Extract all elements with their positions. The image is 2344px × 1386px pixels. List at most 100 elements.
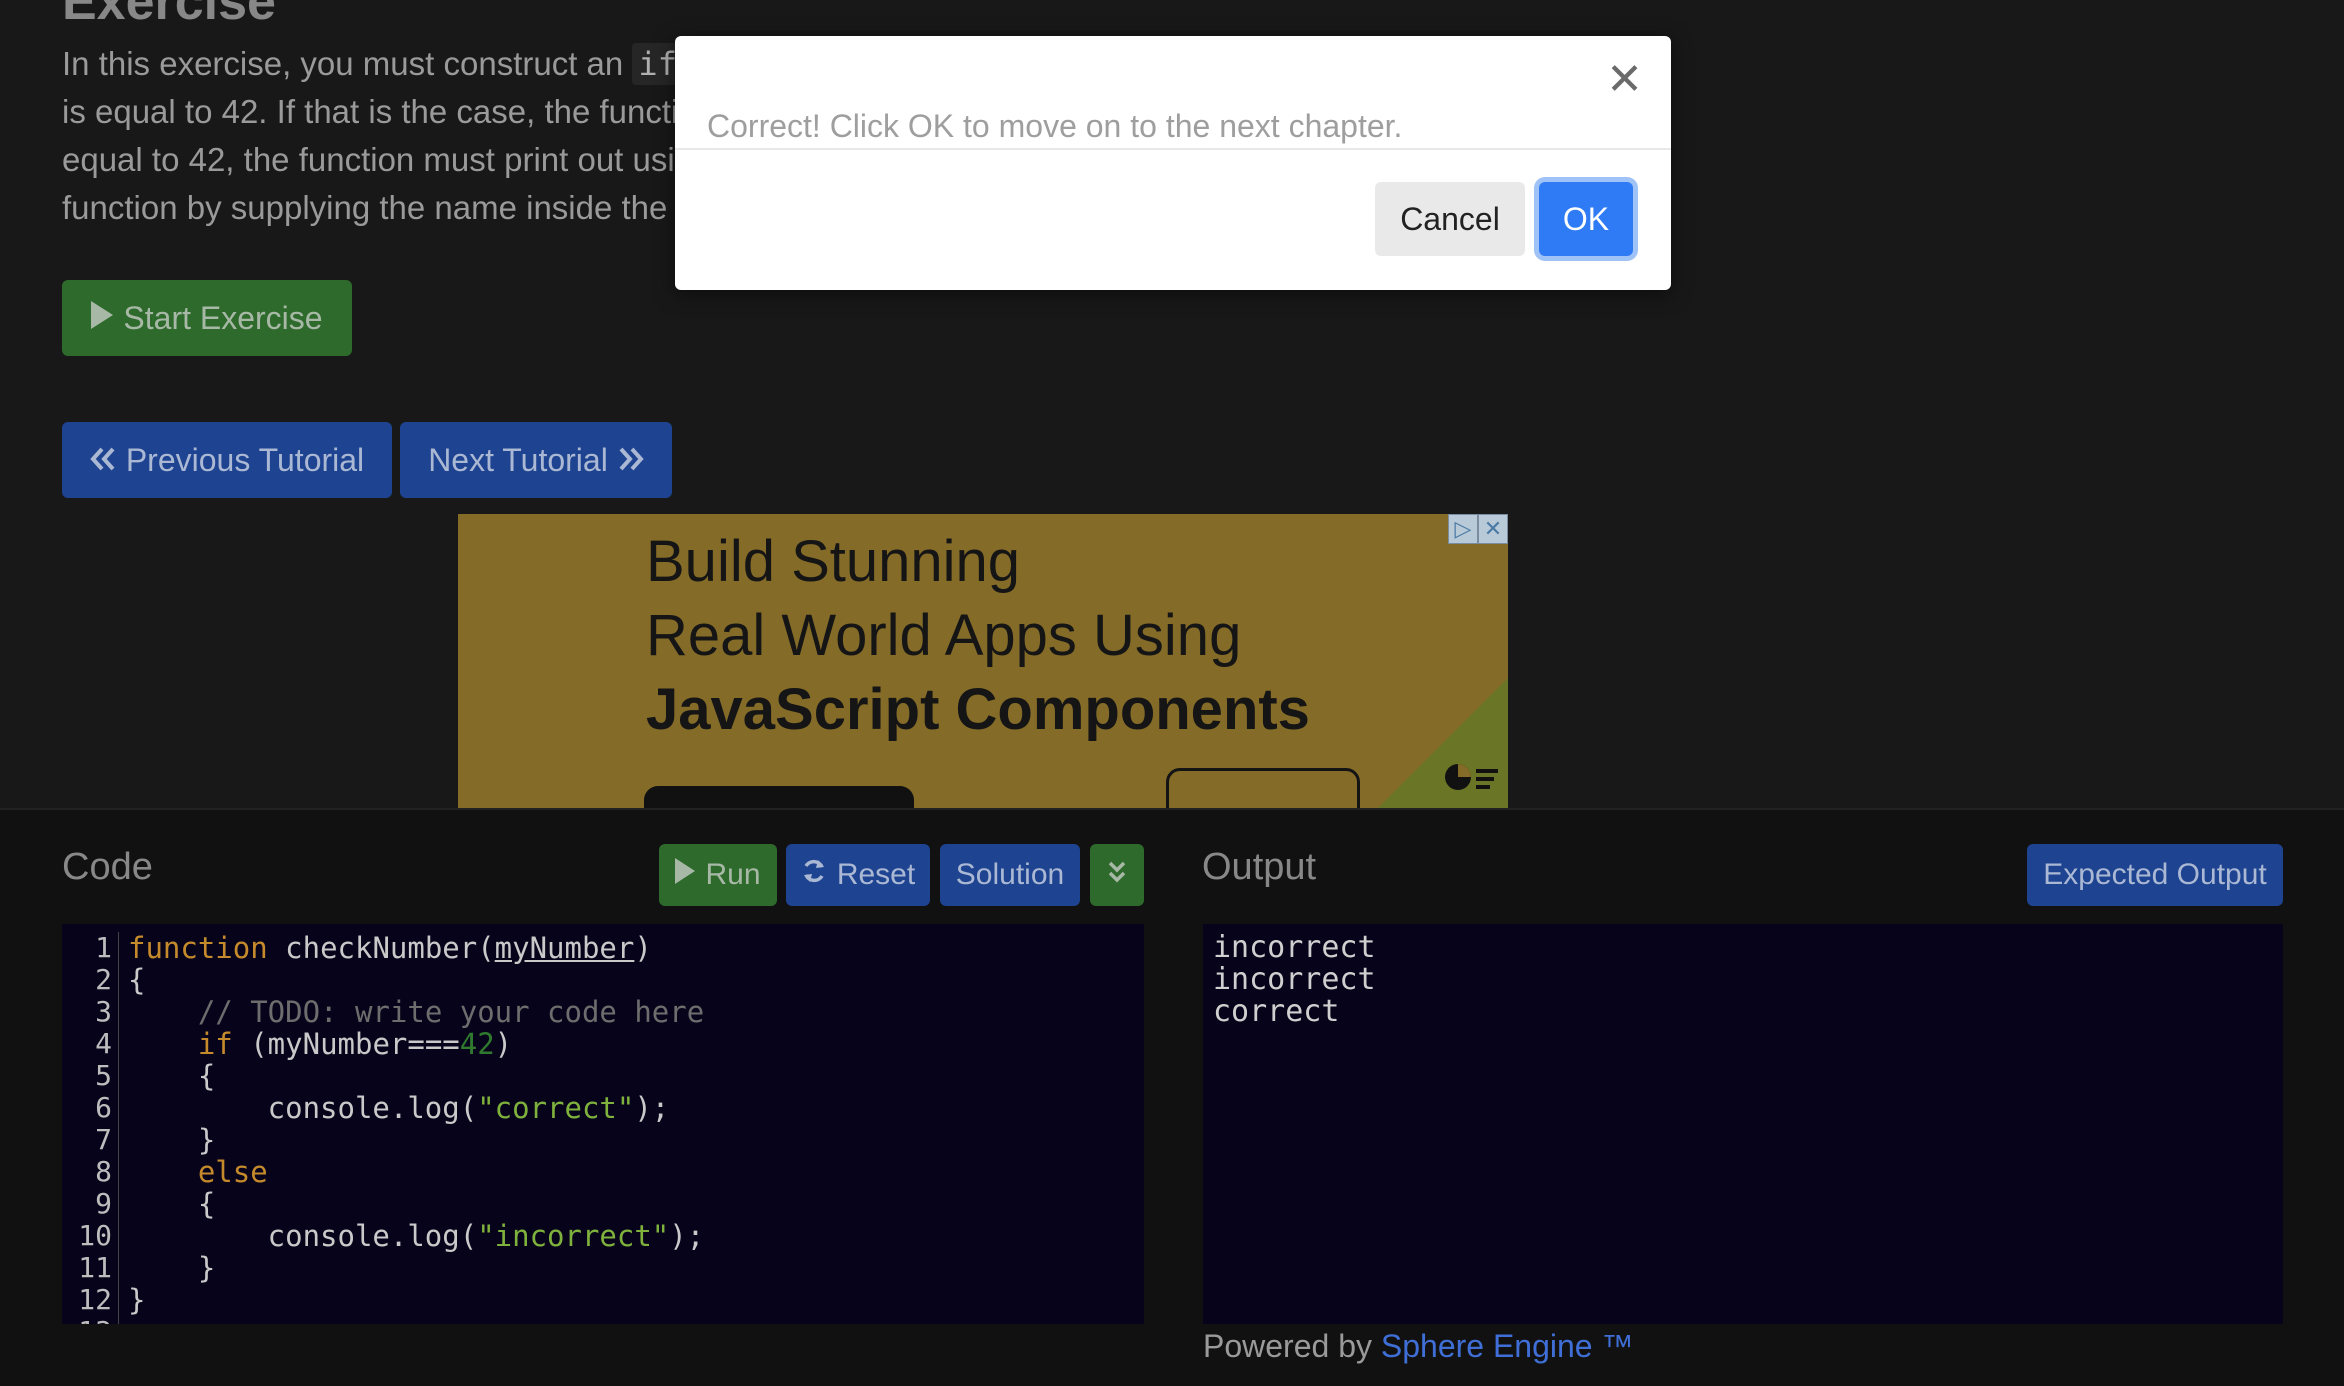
code-token: ) bbox=[494, 1027, 513, 1061]
run-label: Run bbox=[705, 858, 761, 891]
output-content: incorrect incorrect correct bbox=[1213, 932, 1376, 1028]
double-chevron-down-icon bbox=[1107, 858, 1127, 892]
code-token: // TODO: write your code here bbox=[197, 995, 705, 1029]
output-line: incorrect bbox=[1213, 930, 1376, 965]
run-button[interactable]: Run bbox=[659, 844, 777, 906]
code-token: console.log( bbox=[128, 1219, 478, 1253]
expected-output-label: Expected Output bbox=[2043, 858, 2267, 891]
dialog-message: Correct! Click OK to move on to the next… bbox=[707, 108, 1403, 144]
double-chevron-right-icon bbox=[618, 442, 644, 479]
reset-label: Reset bbox=[836, 858, 916, 891]
code-panel-title: Code bbox=[62, 846, 153, 888]
code-token: { bbox=[128, 963, 146, 997]
code-token: if bbox=[197, 1027, 233, 1061]
code-token: "correct" bbox=[477, 1091, 635, 1125]
line-number: 12 bbox=[78, 1283, 112, 1316]
line-number: 13 bbox=[62, 1316, 118, 1325]
play-icon bbox=[675, 858, 696, 892]
start-exercise-label: Start Exercise bbox=[123, 299, 323, 336]
dialog-divider bbox=[675, 148, 1671, 150]
code-token: console.log( bbox=[128, 1091, 478, 1125]
solution-button[interactable]: Solution bbox=[940, 844, 1080, 906]
double-chevron-left-icon bbox=[90, 442, 116, 479]
ad-headline-line-3: JavaScript Components bbox=[646, 677, 1310, 742]
line-number: 5 bbox=[95, 1059, 112, 1092]
line-number: 9 bbox=[95, 1187, 112, 1220]
output-line: incorrect bbox=[1213, 962, 1376, 997]
code-line: { bbox=[128, 1060, 704, 1092]
previous-tutorial-label: Previous Tutorial bbox=[125, 441, 365, 478]
confirm-dialog: Correct! Click OK to move on to the next… bbox=[675, 36, 1671, 290]
output-console: incorrect incorrect correct bbox=[1203, 924, 2283, 1324]
output-panel-title: Output bbox=[1202, 846, 1317, 888]
line-number: 4 bbox=[95, 1027, 112, 1060]
powered-by-prefix: Powered by bbox=[1203, 1328, 1381, 1364]
cancel-button[interactable]: Cancel bbox=[1375, 182, 1525, 256]
exercise-heading: Exercise bbox=[62, 0, 276, 31]
code-token: myNumber bbox=[494, 931, 635, 965]
ad-choices-icon[interactable]: ▷ bbox=[1448, 514, 1478, 544]
line-number: 3 bbox=[95, 995, 112, 1028]
sphere-engine-link[interactable]: Sphere Engine ™ bbox=[1381, 1328, 1634, 1364]
code-line: { bbox=[128, 964, 704, 996]
ad-cta-button[interactable] bbox=[644, 786, 914, 808]
code-token: } bbox=[128, 1283, 146, 1317]
code-line: console.log("incorrect"); bbox=[128, 1219, 705, 1253]
code-token: "incorrect" bbox=[477, 1219, 670, 1253]
solution-label: Solution bbox=[955, 858, 1065, 891]
ad-secondary-button[interactable] bbox=[1166, 768, 1360, 808]
code-token: ); bbox=[669, 1219, 705, 1253]
ad-headline-line-2: Real World Apps Using bbox=[646, 603, 1242, 668]
next-tutorial-button[interactable]: Next Tutorial bbox=[400, 422, 672, 498]
code-token: 42 bbox=[459, 1027, 495, 1061]
expected-output-button[interactable]: Expected Output bbox=[2027, 844, 2283, 906]
powered-by: Powered by Sphere Engine ™ bbox=[1203, 1328, 1633, 1365]
code-content[interactable]: function checkNumber(myNumber) { // TODO:… bbox=[128, 932, 704, 1316]
output-line: correct bbox=[1213, 994, 1340, 1029]
code-line: if (myNumber===42) bbox=[128, 1028, 704, 1060]
code-line: { bbox=[128, 1188, 704, 1220]
code-line: } bbox=[128, 1284, 704, 1316]
code-line: console.log("correct"); bbox=[128, 1092, 704, 1124]
refresh-icon bbox=[801, 858, 827, 892]
code-token: ); bbox=[634, 1091, 670, 1125]
line-number: 1 bbox=[95, 931, 112, 964]
ad-brand-icon bbox=[1444, 757, 1500, 802]
start-exercise-button[interactable]: Start Exercise bbox=[62, 280, 352, 356]
code-token: else bbox=[197, 1155, 268, 1189]
code-token: function bbox=[128, 931, 268, 965]
line-number: 11 bbox=[78, 1251, 112, 1284]
reset-button[interactable]: Reset bbox=[786, 844, 930, 906]
line-number: 10 bbox=[78, 1219, 112, 1252]
line-number-gutter: 12345678910111213 bbox=[62, 932, 119, 1324]
advertisement-banner[interactable]: Build Stunning Real World Apps Using Jav… bbox=[458, 514, 1508, 808]
code-line: } bbox=[128, 1252, 704, 1284]
code-token: checkNumber( bbox=[267, 931, 495, 965]
code-token: { bbox=[128, 1187, 216, 1221]
code-token: ) bbox=[634, 931, 652, 965]
ad-close-icon[interactable]: ✕ bbox=[1478, 514, 1508, 544]
line-number: 8 bbox=[95, 1155, 112, 1188]
next-tutorial-label: Next Tutorial bbox=[428, 441, 608, 478]
line-number: 7 bbox=[95, 1123, 112, 1156]
instruction-text: function by supplying the name inside th… bbox=[62, 189, 668, 226]
code-editor[interactable]: 12345678910111213 function checkNumber(m… bbox=[62, 924, 1144, 1324]
code-line: // TODO: write your code here bbox=[128, 996, 704, 1028]
code-line: } bbox=[128, 1124, 704, 1156]
previous-tutorial-button[interactable]: Previous Tutorial bbox=[62, 422, 392, 498]
close-icon[interactable]: ✕ bbox=[1606, 58, 1643, 102]
code-token: } bbox=[128, 1123, 216, 1157]
code-token: } bbox=[128, 1251, 216, 1285]
play-icon bbox=[91, 300, 114, 337]
expand-button[interactable] bbox=[1090, 844, 1144, 906]
ad-headline-line-1: Build Stunning bbox=[646, 529, 1021, 594]
instruction-text: In this exercise, you must construct an bbox=[62, 45, 633, 82]
ok-button[interactable]: OK bbox=[1539, 182, 1633, 256]
line-number: 6 bbox=[95, 1091, 112, 1124]
code-token: { bbox=[128, 1059, 216, 1093]
code-line: else bbox=[128, 1156, 704, 1188]
code-token: (myNumber=== bbox=[232, 1027, 460, 1061]
